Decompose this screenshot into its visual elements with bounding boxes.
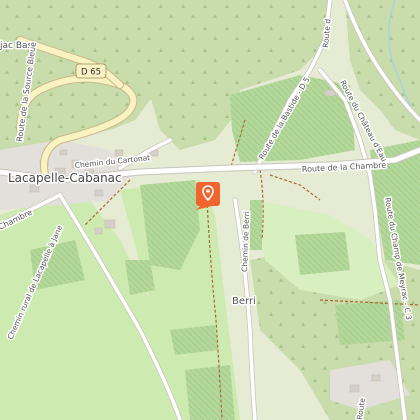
label-hamlet-berri: Berri xyxy=(232,296,256,307)
label-village: Lacapelle-Cabanac xyxy=(8,171,122,185)
vineyard-area xyxy=(170,325,218,355)
map-canvas[interactable]: jac Bas Berri Lacapelle-Cabanac D 65 Rou… xyxy=(0,0,420,420)
vineyard-area xyxy=(250,200,262,250)
map-pin-marker[interactable] xyxy=(196,182,220,210)
road-shield-d65: D 65 xyxy=(75,63,107,79)
vineyard-area xyxy=(125,260,155,295)
vineyard-area xyxy=(185,365,235,420)
label-d65: D 65 xyxy=(81,68,101,78)
vineyard-area xyxy=(295,232,350,275)
map-view[interactable]: jac Bas Berri Lacapelle-Cabanac D 65 Rou… xyxy=(0,0,420,420)
